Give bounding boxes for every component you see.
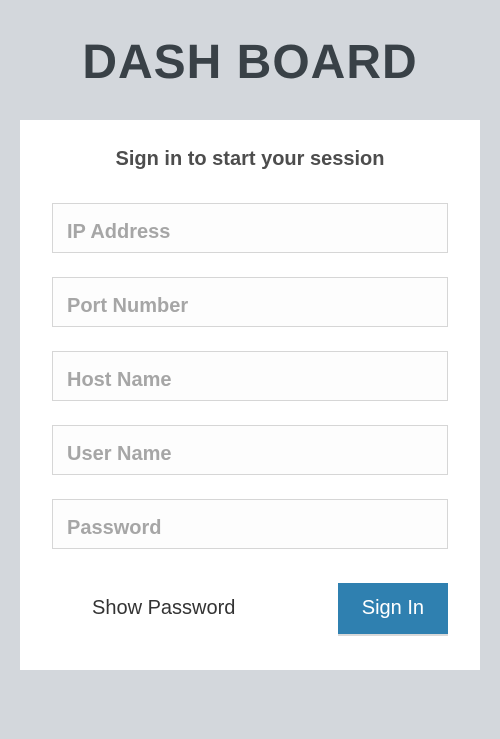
signin-button[interactable]: Sign In bbox=[338, 583, 448, 634]
show-password-toggle[interactable]: Show Password bbox=[52, 597, 235, 620]
login-heading: Sign in to start your session bbox=[52, 148, 448, 171]
ip-address-input[interactable] bbox=[52, 203, 448, 253]
login-card: Sign in to start your session Show Passw… bbox=[20, 120, 480, 670]
page-title: DASH BOARD bbox=[0, 0, 500, 120]
actions-row: Show Password Sign In bbox=[52, 583, 448, 634]
user-name-input[interactable] bbox=[52, 425, 448, 475]
host-name-input[interactable] bbox=[52, 351, 448, 401]
port-number-input[interactable] bbox=[52, 277, 448, 327]
password-input[interactable] bbox=[52, 499, 448, 549]
